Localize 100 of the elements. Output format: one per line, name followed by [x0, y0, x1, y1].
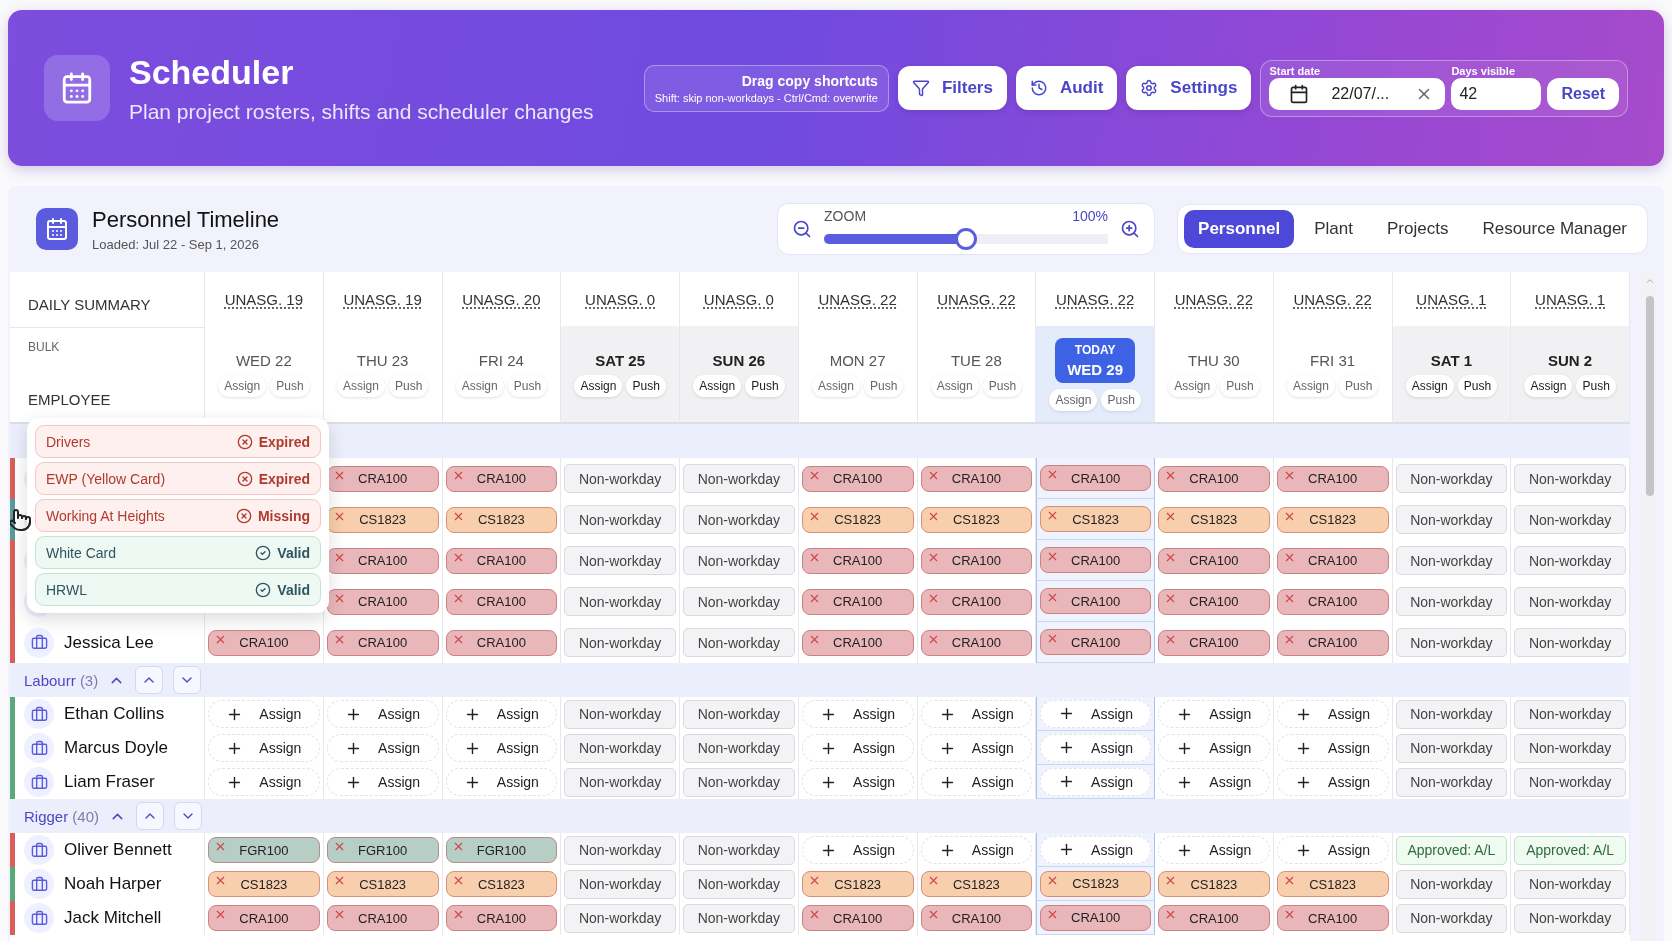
bulk-button[interactable]: Assign	[218, 374, 267, 397]
assign-button[interactable]: Assign	[445, 734, 558, 762]
zoom-in-icon[interactable]	[1120, 219, 1141, 239]
shift-chip[interactable]: CS1823	[920, 871, 1033, 897]
shift-chip[interactable]: CRA100	[208, 629, 320, 656]
shift-chip[interactable]: CS1823	[1276, 871, 1389, 897]
employee-name[interactable]: Oliver Bennett	[64, 840, 172, 860]
unassigned-count[interactable]: UNASG. 1	[1416, 291, 1487, 308]
shift-chip[interactable]: FGR100	[208, 837, 320, 863]
bulk-button[interactable]: Push	[507, 374, 548, 397]
shift-chip[interactable]: CS1823	[445, 506, 558, 533]
assign-button[interactable]: Assign	[445, 700, 558, 728]
bulk-button[interactable]: Push	[626, 374, 666, 397]
unassigned-count[interactable]: UNASG. 0	[585, 291, 656, 308]
employee-name[interactable]: Liam Fraser	[64, 772, 155, 792]
shift-chip[interactable]: CRA100	[326, 905, 439, 931]
move-up-button[interactable]	[135, 666, 164, 694]
bulk-button[interactable]: Assign	[574, 374, 623, 397]
remove-icon[interactable]	[1164, 874, 1177, 887]
start-date-field[interactable]: 22/07/...	[1269, 77, 1446, 110]
scroll-thumb[interactable]	[1646, 296, 1654, 496]
shift-chip[interactable]: CRA100	[801, 588, 914, 615]
assign-button[interactable]: Assign	[1276, 768, 1389, 796]
shift-chip[interactable]: CS1823	[1158, 871, 1270, 897]
unassigned-count[interactable]: UNASG. 19	[224, 291, 304, 308]
unassigned-count[interactable]: UNASG. 22	[1174, 291, 1254, 308]
assign-button[interactable]: Assign	[801, 700, 914, 728]
shift-chip[interactable]: CRA100	[326, 588, 439, 615]
move-down-button[interactable]	[174, 802, 203, 830]
shift-chip[interactable]: CRA100	[445, 547, 558, 574]
shift-chip[interactable]: CRA100	[208, 905, 320, 931]
shift-chip[interactable]: CRA100	[1158, 629, 1270, 656]
days-visible-field[interactable]: 42	[1451, 77, 1542, 110]
bulk-button[interactable]: Assign	[693, 374, 742, 397]
group-label[interactable]: Rigger (40)	[24, 807, 100, 825]
shift-chip[interactable]: CRA100	[445, 465, 558, 492]
shift-chip[interactable]: CRA100	[920, 905, 1033, 931]
unassigned-count[interactable]: UNASG. 0	[703, 291, 774, 308]
audit-button[interactable]: Audit	[1015, 66, 1118, 110]
shift-chip[interactable]: CS1823	[1158, 506, 1270, 533]
shift-chip[interactable]: FGR100	[326, 837, 439, 863]
filter-button[interactable]: Filters	[897, 66, 1007, 110]
employee-name[interactable]: Noah Harper	[64, 874, 162, 894]
shift-chip[interactable]: CRA100	[1158, 465, 1270, 492]
bulk-button[interactable]: Push	[270, 374, 310, 397]
assign-button[interactable]: Assign	[326, 734, 439, 762]
unassigned-count[interactable]: UNASG. 19	[343, 291, 422, 308]
shift-chip[interactable]: CS1823	[326, 871, 439, 897]
assign-button[interactable]: Assign	[1040, 835, 1151, 864]
employee-name[interactable]: Jessica Lee	[64, 632, 154, 653]
shift-chip[interactable]: CRA100	[1158, 547, 1270, 574]
shift-chip[interactable]: CRA100	[1040, 629, 1151, 655]
shift-chip[interactable]: CRA100	[1040, 547, 1151, 573]
bulk-button[interactable]: Assign	[1286, 374, 1335, 397]
unassigned-count[interactable]: UNASG. 22	[1293, 291, 1372, 308]
assign-button[interactable]: Assign	[208, 734, 320, 762]
shift-chip[interactable]: CRA100	[1158, 905, 1270, 931]
shift-chip[interactable]: CRA100	[1158, 588, 1270, 615]
bulk-button[interactable]: Push	[1576, 374, 1616, 397]
unassigned-count[interactable]: UNASG. 22	[937, 291, 1016, 308]
bulk-button[interactable]: Push	[388, 374, 429, 397]
shift-chip[interactable]: CRA100	[1276, 465, 1389, 492]
shift-chip[interactable]: CRA100	[326, 465, 439, 492]
assign-button[interactable]: Assign	[920, 734, 1033, 762]
assign-button[interactable]: Assign	[1158, 700, 1270, 728]
remove-icon[interactable]	[214, 874, 227, 887]
shift-chip[interactable]: CRA100	[801, 547, 914, 574]
shift-chip[interactable]: CRA100	[1276, 629, 1389, 656]
shift-chip[interactable]: CRA100	[920, 588, 1033, 615]
assign-button[interactable]: Assign	[1158, 768, 1270, 796]
shift-chip[interactable]: CRA100	[445, 905, 558, 931]
assign-button[interactable]: Assign	[801, 768, 914, 796]
assign-button[interactable]: Assign	[1158, 734, 1270, 762]
view-tab[interactable]: Personnel	[1184, 210, 1295, 248]
assign-button[interactable]: Assign	[1276, 836, 1389, 864]
shift-chip[interactable]: CRA100	[1276, 905, 1389, 931]
shift-chip[interactable]: CS1823	[326, 506, 439, 533]
assign-button[interactable]: Assign	[208, 700, 320, 728]
shift-chip[interactable]: CRA100	[801, 465, 914, 492]
bulk-button[interactable]: Assign	[1049, 388, 1098, 411]
bulk-button[interactable]: Push	[1101, 388, 1141, 411]
bulk-button[interactable]: Push	[1338, 374, 1379, 397]
remove-icon[interactable]	[1164, 908, 1177, 921]
assign-button[interactable]: Assign	[208, 768, 320, 796]
shift-chip[interactable]: FGR100	[445, 837, 558, 863]
assign-button[interactable]: Assign	[326, 768, 439, 796]
move-down-button[interactable]	[173, 666, 202, 694]
shift-chip[interactable]: CRA100	[1040, 904, 1151, 931]
shift-chip[interactable]: CRA100	[445, 629, 558, 656]
reset-button[interactable]: Reset	[1547, 77, 1619, 110]
assign-button[interactable]: Assign	[445, 768, 558, 796]
unassigned-count[interactable]: UNASG. 1	[1535, 291, 1606, 308]
bulk-button[interactable]: Push	[1220, 374, 1260, 397]
shift-chip[interactable]: CRA100	[920, 547, 1033, 574]
unassigned-count[interactable]: UNASG. 22	[818, 291, 897, 308]
bulk-button[interactable]: Assign	[811, 374, 860, 397]
shift-chip[interactable]: CS1823	[1040, 870, 1151, 897]
shift-chip[interactable]: CS1823	[801, 871, 914, 897]
shift-chip[interactable]: CS1823	[445, 871, 558, 897]
bulk-button[interactable]: Assign	[930, 374, 979, 397]
